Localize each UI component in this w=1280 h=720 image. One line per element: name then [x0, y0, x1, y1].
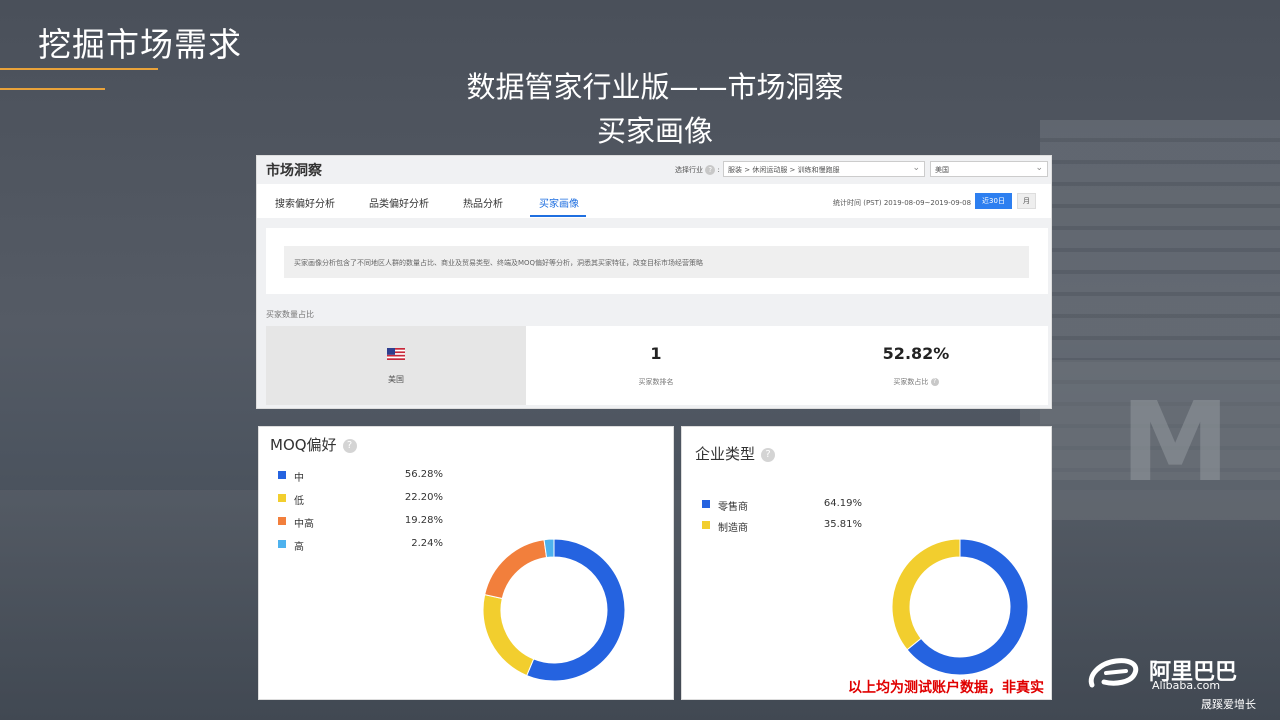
- country-select[interactable]: 美国 ⌄: [930, 161, 1048, 177]
- moq-preference-panel: MOQ偏好? 中 56.28% 低 22.20% 中高 19.28% 高 2.24%: [258, 426, 674, 700]
- section-label: 买家数量占比: [266, 310, 314, 319]
- legend-label: 低: [294, 496, 304, 507]
- chevron-down-icon: ⌄: [912, 163, 920, 173]
- help-icon[interactable]: ?: [705, 165, 716, 175]
- legend-item[interactable]: 中高 19.28%: [278, 515, 453, 530]
- legend-item[interactable]: 零售商 64.19%: [702, 498, 872, 513]
- legend-value: 35.81%: [823, 519, 862, 530]
- tab-search-preference[interactable]: 搜索偏好分析: [275, 195, 335, 210]
- market-insight-title: 市场洞察: [266, 163, 322, 179]
- legend-swatch: [278, 494, 286, 502]
- enterprise-chart-title-text: 企业类型: [695, 445, 756, 463]
- legend-item[interactable]: 制造商 35.81%: [702, 519, 872, 534]
- us-flag-icon: [387, 348, 405, 360]
- enterprise-type-panel: 企业类型? 零售商 64.19% 制造商 35.81%: [681, 426, 1052, 700]
- legend-value: 64.19%: [823, 498, 862, 509]
- market-insight-panel: 市场洞察 选择行业 ? : 服装 > 休闲运动服 > 训练和慢跑服 ⌄ 美国 ⌄…: [256, 155, 1052, 409]
- last-30-days-button[interactable]: 近30日: [975, 193, 1012, 209]
- moq-chart-title-text: MOQ偏好: [270, 436, 337, 454]
- tab-hot-products[interactable]: 热品分析: [463, 195, 503, 210]
- legend-item[interactable]: 低 22.20%: [278, 492, 453, 507]
- country-select-value: 美国: [935, 166, 949, 174]
- chevron-down-icon: ⌄: [1035, 163, 1043, 173]
- stat-time: 统计时间 (PST) 2019-08-09~2019-09-08: [833, 199, 972, 207]
- legend-value: 56.28%: [404, 469, 443, 480]
- legend-value: 19.28%: [404, 515, 443, 526]
- donut-slice-中[interactable]: [526, 538, 626, 682]
- legend-value: 22.20%: [404, 492, 443, 503]
- industry-select-value: 服装 > 休闲运动服 > 训练和慢跑服: [728, 166, 840, 174]
- country-name: 美国: [388, 375, 404, 384]
- colon: :: [717, 166, 720, 174]
- alibaba-logo-en: Alibaba.com: [1152, 679, 1221, 692]
- legend-label: 零售商: [718, 502, 748, 513]
- title-accent-line-short: [0, 88, 105, 90]
- tab-category-preference[interactable]: 品类偏好分析: [369, 195, 429, 210]
- legend-value: 2.24%: [411, 538, 443, 549]
- legend-swatch: [278, 540, 286, 548]
- industry-select-label-text: 选择行业: [675, 166, 703, 174]
- help-icon[interactable]: ?: [761, 447, 776, 462]
- legend-item[interactable]: 中 56.28%: [278, 469, 453, 484]
- alibaba-logo: 阿里巴巴 Alibaba.com: [1086, 655, 1246, 695]
- help-icon[interactable]: ?: [342, 438, 357, 453]
- buyer-rank-value: 1: [650, 344, 662, 363]
- description-text: 买家画像分析包含了不同地区人群的数量占比、商业及贸易类型、终端及MOQ偏好等分析…: [284, 246, 1029, 278]
- buyer-rank-label: 买家数排名: [638, 378, 674, 386]
- buyer-share-label-text: 买家数占比: [893, 378, 929, 386]
- active-tab-indicator: [530, 215, 586, 217]
- tab-bar: 搜索偏好分析 品类偏好分析 热品分析 买家画像 统计时间 (PST) 2019-…: [257, 184, 1051, 218]
- enterprise-donut-chart: [891, 538, 1029, 676]
- footer-text: 晟蹊爱增长: [1201, 698, 1256, 711]
- donut-slice-低[interactable]: [482, 594, 535, 677]
- help-icon[interactable]: ?: [930, 378, 939, 386]
- slide-title: 挖掘市场需求: [38, 25, 242, 64]
- enterprise-chart-title: 企业类型?: [695, 443, 776, 464]
- description-card: 买家画像分析包含了不同地区人群的数量占比、商业及贸易类型、终端及MOQ偏好等分析…: [266, 228, 1048, 294]
- legend-swatch: [702, 521, 710, 529]
- legend-label: 制造商: [718, 523, 748, 534]
- legend-swatch: [278, 517, 286, 525]
- legend-label: 中高: [294, 519, 314, 530]
- month-button[interactable]: 月: [1017, 193, 1036, 209]
- donut-slice-制造商[interactable]: [891, 538, 961, 651]
- country-cell[interactable]: 美国: [266, 326, 526, 405]
- moq-chart-title: MOQ偏好?: [270, 434, 357, 455]
- title-accent-line: [0, 68, 158, 70]
- buyer-share-label: 买家数占比 ?: [866, 377, 966, 387]
- industry-select-label: 选择行业 ? :: [675, 165, 720, 175]
- tab-buyer-profile[interactable]: 买家画像: [539, 195, 579, 210]
- disclaimer-text: 以上均为测试账户数据，非真实: [848, 680, 1044, 696]
- background-ship-letter: M: [1120, 378, 1230, 506]
- moq-donut-chart: [482, 538, 626, 682]
- buyer-stats-row: 美国 1 买家数排名 52.82% 买家数占比 ?: [266, 326, 1048, 405]
- buyer-share-value: 52.82%: [882, 344, 950, 363]
- slide-subtitle: 数据管家行业版——市场洞察: [466, 70, 844, 104]
- alibaba-logo-icon: [1088, 658, 1139, 688]
- legend-item[interactable]: 高 2.24%: [278, 538, 453, 553]
- industry-select[interactable]: 服装 > 休闲运动服 > 训练和慢跑服 ⌄: [723, 161, 925, 177]
- legend-label: 高: [294, 542, 304, 553]
- legend-label: 中: [294, 473, 304, 484]
- donut-slice-中高[interactable]: [484, 539, 548, 600]
- slide-subtitle-2: 买家画像: [596, 114, 713, 148]
- legend-swatch: [278, 471, 286, 479]
- legend-swatch: [702, 500, 710, 508]
